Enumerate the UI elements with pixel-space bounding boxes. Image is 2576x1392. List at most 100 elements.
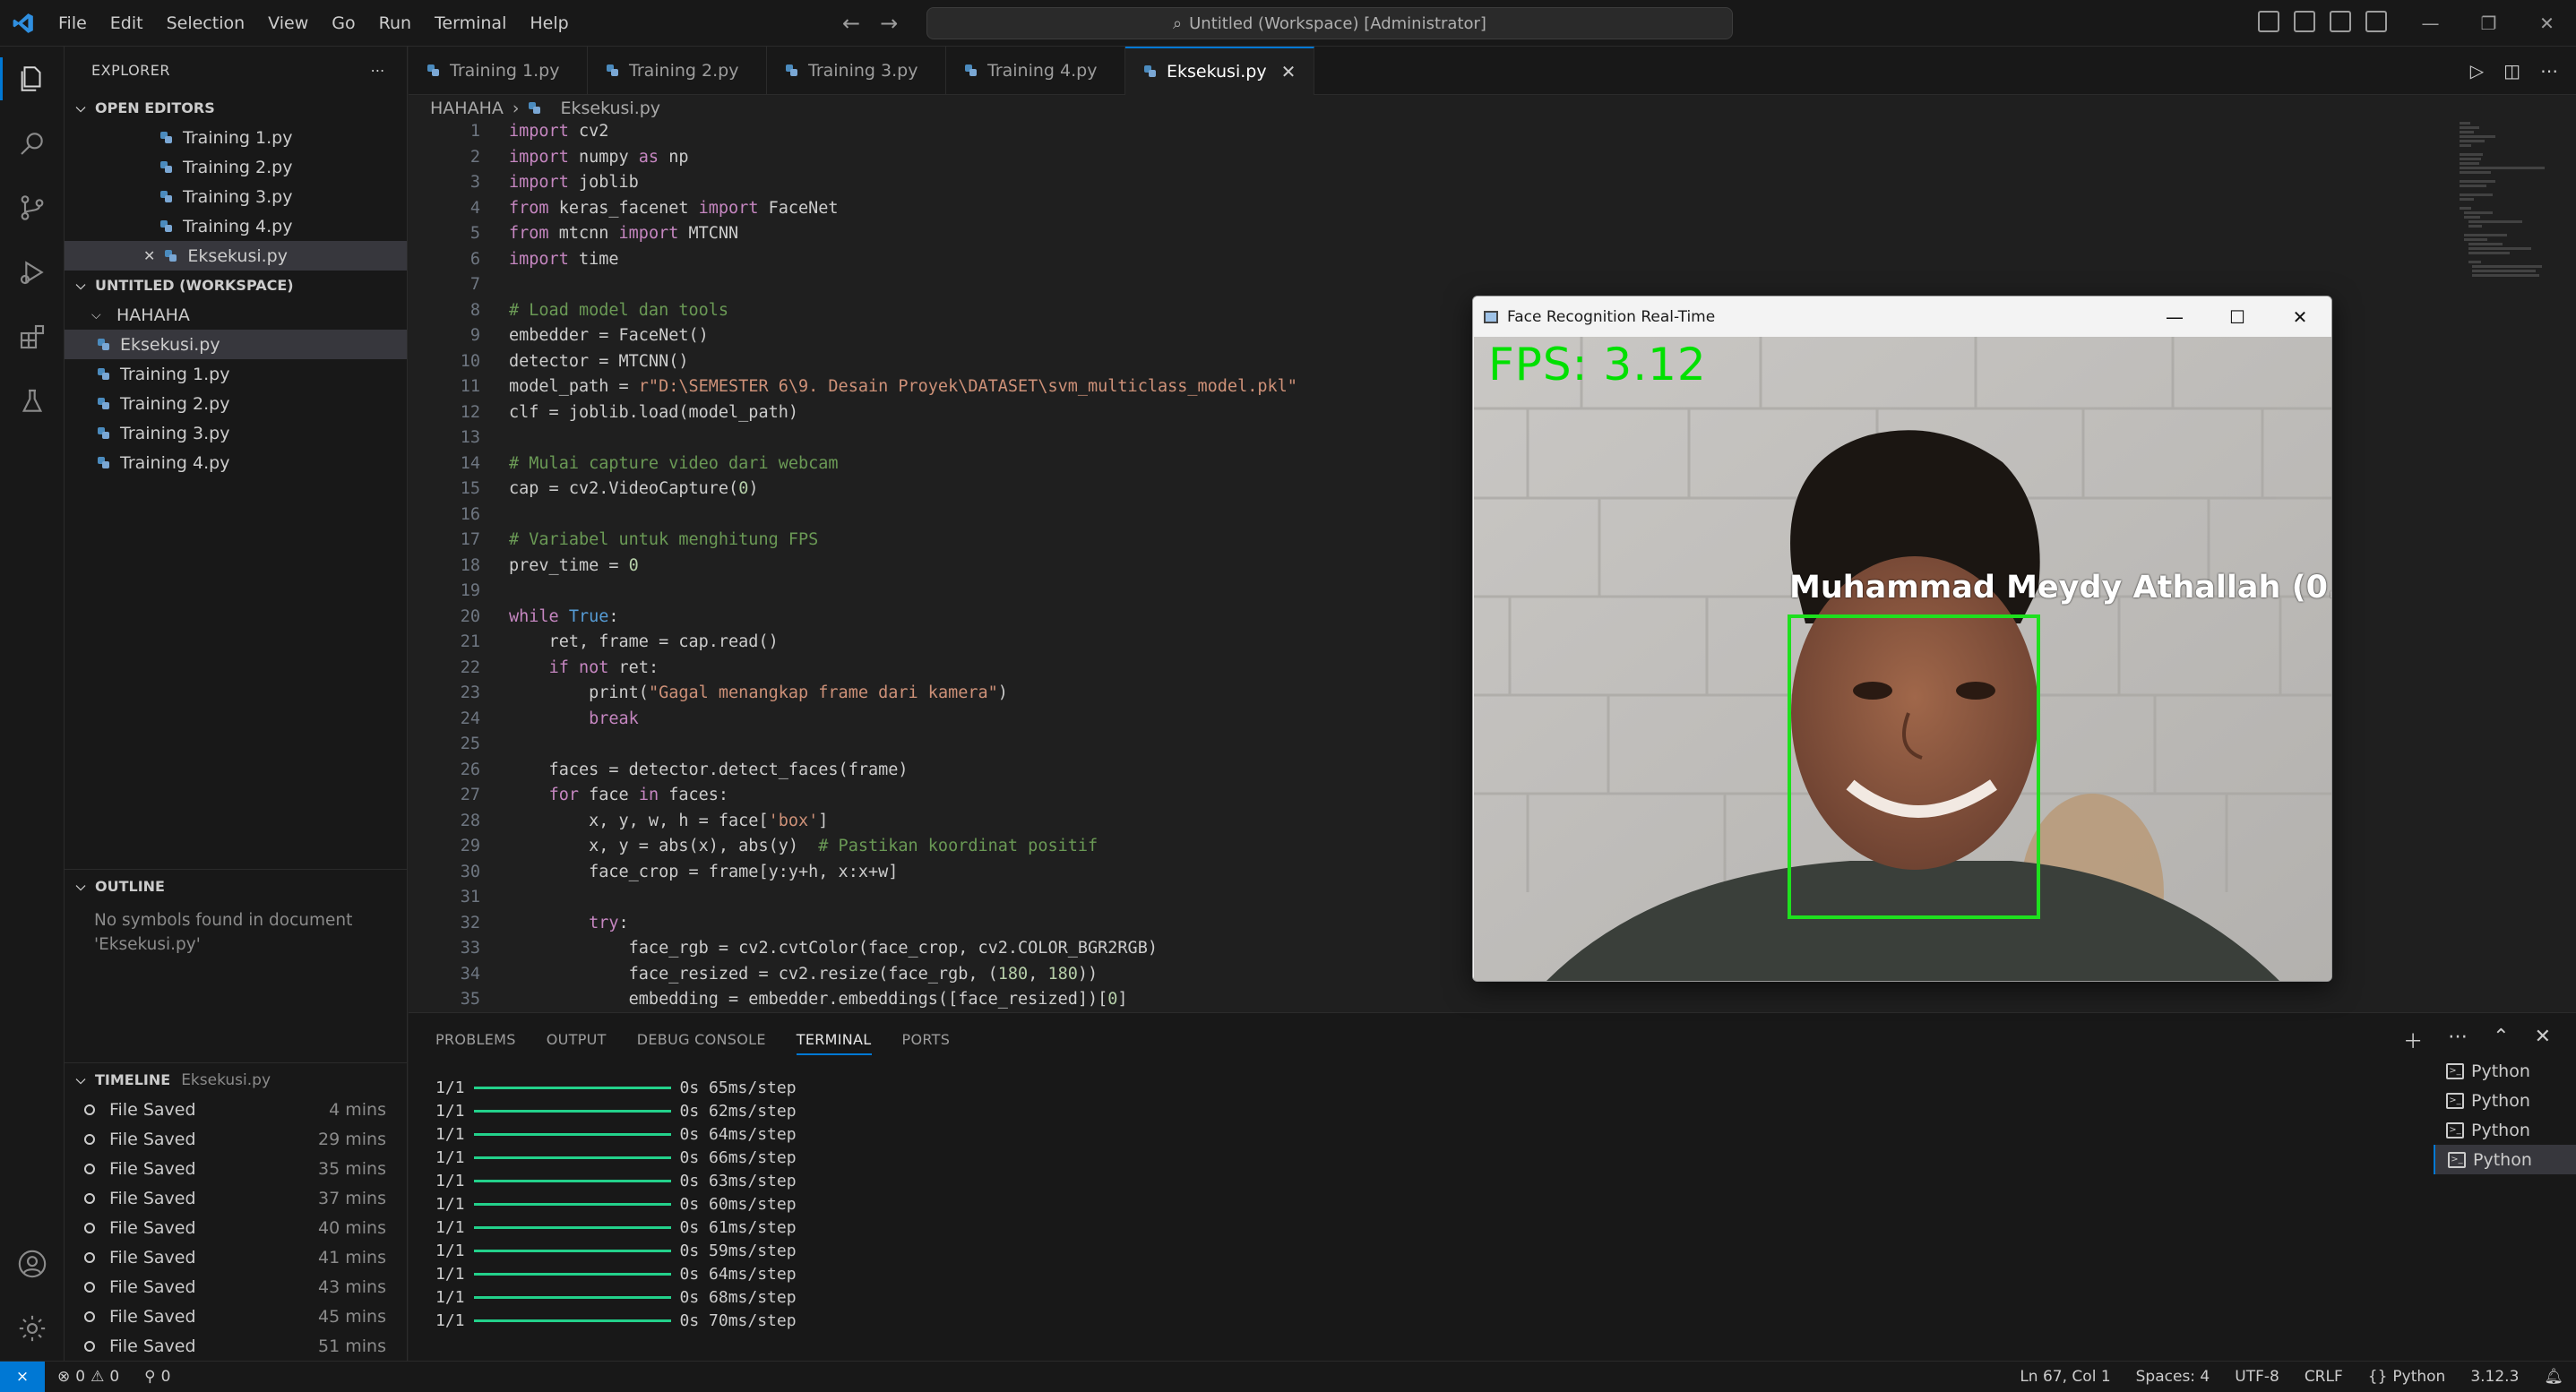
settings-gear-icon[interactable] (0, 1296, 65, 1361)
editor-tab[interactable]: Training 1.py (409, 47, 588, 95)
split-editor-icon[interactable]: ◫ (2503, 60, 2520, 82)
maximize-icon[interactable]: ☐ (2206, 296, 2269, 337)
panel-tab-problems[interactable]: PROBLEMS (435, 1031, 516, 1048)
timeline-item[interactable]: File Saved 37 mins (65, 1183, 408, 1213)
back-arrow-icon[interactable]: ← (842, 0, 860, 47)
menu-file[interactable]: File (47, 0, 99, 47)
menu-help[interactable]: Help (518, 0, 580, 47)
close-tab-icon[interactable]: ✕ (1281, 61, 1297, 82)
source-control-icon[interactable] (0, 176, 65, 240)
menu-selection[interactable]: Selection (155, 0, 257, 47)
timeline-item[interactable]: File Saved 4 mins (65, 1095, 408, 1124)
menu-edit[interactable]: Edit (99, 0, 155, 47)
workspace-file-item[interactable]: Training 2.py (65, 389, 407, 418)
folder-row[interactable]: ⌵ HAHAHA (65, 300, 407, 330)
menu-run[interactable]: Run (367, 0, 423, 47)
workspace-file-item[interactable]: Training 1.py (65, 359, 407, 389)
customize-layout-icon[interactable] (2365, 11, 2387, 32)
close-icon[interactable]: ✕ (2269, 296, 2331, 337)
more-actions-icon[interactable]: ⋯ (2540, 60, 2558, 82)
remote-indicator-icon[interactable]: ⨯ (0, 1361, 45, 1392)
more-actions-icon[interactable]: ⋯ (2448, 1026, 2468, 1054)
python-version[interactable]: 3.12.3 (2458, 1368, 2531, 1386)
workspace-file-item[interactable]: Training 3.py (65, 418, 407, 448)
toggle-sidebar-icon[interactable] (2258, 11, 2279, 32)
menu-terminal[interactable]: Terminal (423, 0, 518, 47)
workspace-header[interactable]: ⌵ UNTITLED (WORKSPACE) (65, 271, 407, 300)
accounts-icon[interactable] (0, 1232, 65, 1296)
end-of-line[interactable]: CRLF (2292, 1368, 2356, 1386)
face-recognition-window[interactable]: Face Recognition Real-Time — ☐ ✕ FPS: 3.… (1472, 296, 2332, 982)
code-line: 35 embedding = embedder.embeddings([face… (409, 990, 2576, 1012)
timeline-item[interactable]: File Saved 51 mins (65, 1331, 408, 1361)
encoding[interactable]: UTF-8 (2222, 1368, 2292, 1386)
breadcrumb-file[interactable]: Eksekusi.py (560, 99, 660, 118)
timeline-item[interactable]: File Saved 43 mins (65, 1272, 408, 1302)
bottom-panel: PROBLEMS OUTPUT DEBUG CONSOLE TERMINAL PORTS… (409, 1012, 2576, 1361)
breadcrumb-folder[interactable]: HAHAHA (430, 99, 504, 118)
progress-bar (473, 1156, 671, 1159)
search-activity-icon[interactable] (0, 111, 65, 176)
extensions-icon[interactable] (0, 305, 65, 369)
workspace-file-item[interactable]: Eksekusi.py (65, 330, 407, 359)
explorer-icon[interactable] (0, 47, 65, 111)
terminal-instance[interactable]: >_ Python (2434, 1115, 2576, 1145)
notifications-bell-icon[interactable]: 🔔︎ (2531, 1368, 2576, 1386)
open-editor-item[interactable]: Training 2.py (65, 152, 407, 182)
cursor-position[interactable]: Ln 67, Col 1 (2007, 1368, 2123, 1386)
panel-tab-ports[interactable]: PORTS (902, 1031, 951, 1048)
timeline-item[interactable]: File Saved 41 mins (65, 1242, 408, 1272)
close-panel-icon[interactable]: ✕ (2535, 1026, 2551, 1054)
menu-go[interactable]: Go (320, 0, 366, 47)
editor-tab[interactable]: Eksekusi.py ✕ (1125, 47, 1315, 95)
minimize-icon[interactable]: — (2401, 0, 2460, 47)
minimap[interactable] (2460, 122, 2549, 277)
editor-tab[interactable]: Training 4.py (946, 47, 1125, 95)
outline-header[interactable]: ⌵ OUTLINE (65, 872, 408, 901)
timeline-item[interactable]: File Saved 45 mins (65, 1302, 408, 1331)
timeline-header[interactable]: ⌵ TIMELINE Eksekusi.py (65, 1065, 408, 1095)
panel-tab-output[interactable]: OUTPUT (547, 1031, 607, 1048)
panel-tab-debug-console[interactable]: DEBUG CONSOLE (637, 1031, 766, 1048)
minimize-icon[interactable]: — (2143, 296, 2206, 337)
menu-view[interactable]: View (256, 0, 320, 47)
toggle-secondary-sidebar-icon[interactable] (2330, 11, 2351, 32)
timeline-item[interactable]: File Saved 35 mins (65, 1154, 408, 1183)
open-editors-header[interactable]: ⌵ OPEN EDITORS (65, 93, 407, 123)
command-center[interactable]: ⌕ Untitled (Workspace) [Administrator] (926, 7, 1733, 39)
toggle-panel-icon[interactable] (2294, 11, 2315, 32)
timeline-item[interactable]: File Saved 29 mins (65, 1124, 408, 1154)
close-editor-icon[interactable]: ✕ (143, 247, 155, 264)
ports-status[interactable]: ⚲ 0 (132, 1368, 183, 1386)
indentation[interactable]: Spaces: 4 (2124, 1368, 2223, 1386)
terminal-instance-label: Python (2473, 1149, 2532, 1170)
terminal-instance[interactable]: >_ Python (2434, 1145, 2576, 1174)
more-actions-icon[interactable]: ⋯ (371, 62, 386, 79)
timeline-item[interactable]: File Saved 40 mins (65, 1213, 408, 1242)
run-python-icon[interactable]: ▷ (2470, 60, 2484, 82)
language-mode[interactable]: {} Python (2356, 1368, 2459, 1386)
open-editor-item[interactable]: Training 4.py (65, 211, 407, 241)
editor-tab[interactable]: Training 2.py (588, 47, 767, 95)
minimap-line (2460, 162, 2479, 165)
close-icon[interactable]: ✕ (2518, 0, 2576, 47)
open-editor-item[interactable]: Training 3.py (65, 182, 407, 211)
forward-arrow-icon[interactable]: → (880, 0, 898, 47)
restore-icon[interactable]: ❐ (2460, 0, 2518, 47)
open-editor-item[interactable]: ✕ Eksekusi.py (65, 241, 407, 271)
terminal-instance[interactable]: >_ Python (2434, 1086, 2576, 1115)
terminal-instance[interactable]: >_ Python (2434, 1056, 2576, 1086)
code-text: detector = MTCNN() (509, 351, 689, 371)
new-terminal-icon[interactable]: ＋ (2403, 1026, 2423, 1054)
timeline-ago: 35 mins (318, 1158, 386, 1179)
run-debug-icon[interactable] (0, 240, 65, 305)
terminal-output[interactable]: 1/1 0s 65ms/step 1/1 0s 62ms/step 1/1 0s 64ms… (435, 1076, 797, 1332)
panel-tab-terminal[interactable]: TERMINAL (796, 1031, 872, 1055)
open-editor-item[interactable]: Training 1.py (65, 123, 407, 152)
maximize-panel-icon[interactable]: ⌃ (2493, 1026, 2509, 1054)
problems-status[interactable]: ⊗ 0 ⚠ 0 (45, 1368, 132, 1386)
editor-tab[interactable]: Training 3.py (767, 47, 946, 95)
workspace-file-item[interactable]: Training 4.py (65, 448, 407, 477)
menu-bar: File Edit Selection View Go Run Terminal Help (47, 0, 581, 47)
testing-icon[interactable] (0, 369, 65, 434)
